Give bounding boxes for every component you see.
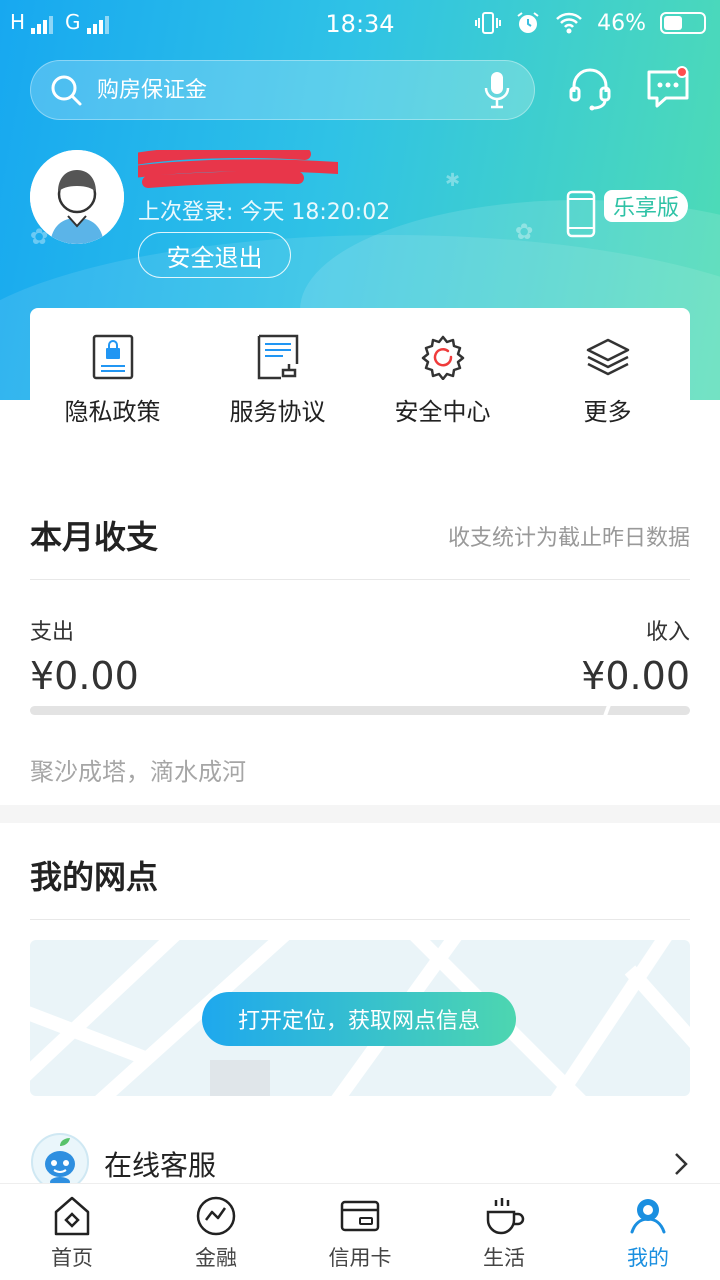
wifi-icon xyxy=(556,12,582,34)
battery-percent: 46% xyxy=(597,10,646,36)
section-gap xyxy=(0,805,720,823)
tab-label: 首页 xyxy=(51,1246,93,1270)
quick-action-security[interactable]: 安全中心 xyxy=(360,308,525,442)
expense-label: 支出 xyxy=(30,620,75,645)
user-avatar-icon xyxy=(30,150,124,244)
privacy-doc-icon xyxy=(92,334,133,380)
last-login-text: 上次登录: 今天 18:20:02 xyxy=(138,200,391,225)
edition-badge[interactable]: 乐享版 xyxy=(604,190,688,222)
avatar[interactable] xyxy=(30,150,124,244)
status-right: 46% xyxy=(475,10,706,36)
quick-action-label: 服务协议 xyxy=(229,398,326,426)
income-label: 收入 xyxy=(645,620,690,645)
microphone-icon[interactable] xyxy=(482,70,512,110)
bottom-nav: 首页 金融 信用卡 生活 我的 xyxy=(0,1183,720,1280)
user-icon xyxy=(630,1199,666,1234)
phone-icon[interactable] xyxy=(566,190,596,238)
notification-dot xyxy=(676,66,688,78)
status-bar: H G 18:34 46% xyxy=(0,0,720,50)
service-label: 在线客服 xyxy=(104,1149,217,1182)
search-bar[interactable] xyxy=(30,60,535,120)
tab-label: 信用卡 xyxy=(328,1246,392,1270)
quick-action-agreement[interactable]: 服务协议 xyxy=(195,308,360,442)
layers-icon xyxy=(586,338,629,376)
search-icon xyxy=(51,75,82,106)
tab-mine[interactable]: 我的 xyxy=(576,1184,720,1280)
alarm-icon xyxy=(517,12,539,33)
security-gear-icon xyxy=(421,335,464,380)
tab-label: 我的 xyxy=(627,1246,669,1270)
agreement-doc-icon xyxy=(257,334,298,380)
motto-text: 聚沙成塔，滴水成河 xyxy=(30,758,246,786)
quick-action-label: 更多 xyxy=(583,398,632,426)
redacted-username xyxy=(138,150,338,188)
tab-label: 生活 xyxy=(483,1246,525,1270)
balance-bar xyxy=(30,706,690,715)
chevron-right-icon xyxy=(675,1153,688,1175)
battery-icon xyxy=(660,12,706,34)
tab-life[interactable]: 生活 xyxy=(432,1184,576,1280)
decorative-flake-icon: ✿ xyxy=(515,220,534,245)
expense-amount: ¥0.00 xyxy=(30,654,139,698)
vibrate-icon xyxy=(475,12,502,34)
quick-action-privacy[interactable]: 隐私政策 xyxy=(30,308,195,442)
divider xyxy=(30,919,690,920)
home-icon xyxy=(54,1196,90,1236)
trend-icon xyxy=(196,1196,236,1236)
branches-title: 我的网点 xyxy=(30,858,159,896)
tab-home[interactable]: 首页 xyxy=(0,1184,144,1280)
customer-service-icon[interactable] xyxy=(566,64,614,112)
divider xyxy=(30,579,690,580)
monthly-title: 本月收支 xyxy=(30,518,159,556)
search-input[interactable] xyxy=(97,77,482,103)
coffee-icon xyxy=(486,1198,525,1235)
monthly-note: 收支统计为截止昨日数据 xyxy=(447,526,690,551)
card-icon xyxy=(340,1200,380,1232)
tab-credit-card[interactable]: 信用卡 xyxy=(288,1184,432,1280)
quick-actions: 隐私政策 服务协议 安全中心 更多 xyxy=(30,308,690,442)
decorative-flake-icon: ✱ xyxy=(445,170,461,191)
quick-action-label: 隐私政策 xyxy=(64,398,161,426)
enable-location-button[interactable]: 打开定位，获取网点信息 xyxy=(202,992,516,1046)
logout-button[interactable]: 安全退出 xyxy=(138,232,291,278)
tab-finance[interactable]: 金融 xyxy=(144,1184,288,1280)
tab-label: 金融 xyxy=(195,1246,237,1270)
quick-action-more[interactable]: 更多 xyxy=(525,308,690,442)
income-amount: ¥0.00 xyxy=(581,654,690,698)
quick-action-label: 安全中心 xyxy=(394,398,491,426)
